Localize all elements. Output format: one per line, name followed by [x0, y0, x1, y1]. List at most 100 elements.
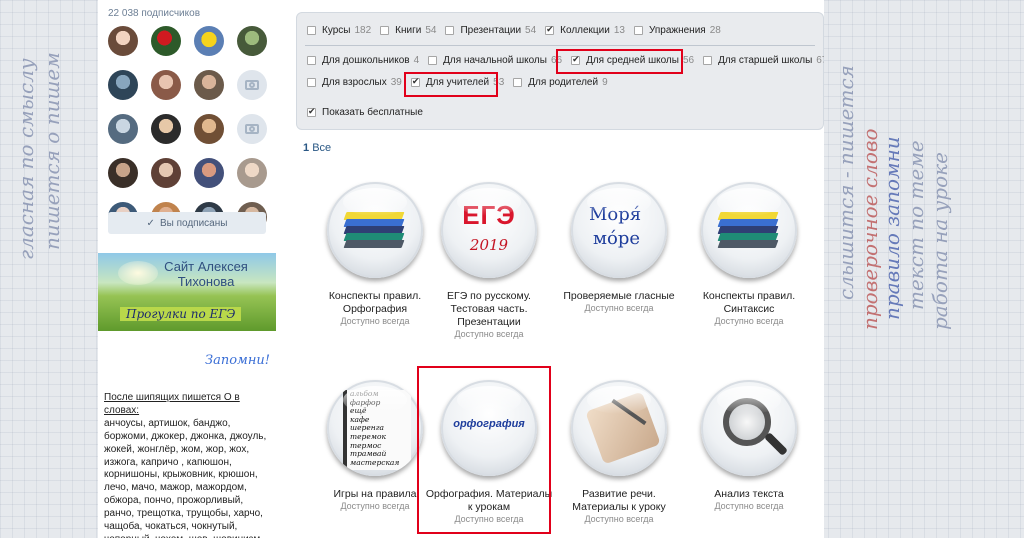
avatar[interactable]: [194, 70, 224, 100]
filter-label: Для учителей: [425, 77, 490, 88]
morya-art-line2: мо́ре: [593, 228, 641, 249]
filter-label: Для средней школы: [586, 55, 679, 66]
filter-option[interactable]: Коллекции13: [545, 24, 625, 36]
site-banner[interactable]: Сайт Алексея Тихонова Прогулки по ЕГЭ: [98, 253, 276, 331]
checkbox[interactable]: [307, 26, 316, 35]
filter-option[interactable]: Для старшей школы67: [703, 55, 824, 66]
filter-option[interactable]: Для дошкольников 4: [307, 55, 419, 66]
wordlist-icon: альбом фарфор ещё кафе шеренга теремок термос т…: [327, 380, 423, 476]
filter-option[interactable]: Упражнения 28: [633, 25, 721, 36]
card-availability: Доступно всегда: [340, 316, 410, 326]
avatar[interactable]: [108, 114, 138, 144]
avatar[interactable]: [108, 26, 138, 56]
collection-card[interactable]: орфография Орфография. Материалы к урока…: [424, 380, 554, 525]
banner-slogan: Прогулки по ЕГЭ: [120, 307, 242, 321]
filter-option[interactable]: Курсы 182: [307, 25, 371, 36]
filter-option[interactable]: Для родителей 9: [513, 77, 608, 88]
filter-count: 28: [709, 25, 721, 36]
avatar-placeholder[interactable]: [237, 114, 267, 144]
card-title[interactable]: Развитие речи. Материалы к уроку: [554, 488, 684, 514]
checkbox-checked[interactable]: [545, 24, 555, 35]
notebook-background-right: слышится - пишется проверочное слово пра…: [834, 65, 952, 330]
notebook-background-left: гласная по смыслу пишется о пишем: [14, 52, 64, 260]
subscribers-count[interactable]: 22 038 подписчиков: [108, 8, 200, 19]
card-title[interactable]: Проверяемые гласные: [554, 290, 684, 303]
collection-card[interactable]: ЕГЭ 2019 ЕГЭ по русскому. Тестовая часть…: [424, 182, 554, 340]
filter-option[interactable]: Для учителей53: [410, 76, 505, 88]
check-icon: ✓: [146, 217, 155, 229]
collection-card[interactable]: альбом фарфор ещё кафе шеренга теремок термос т…: [310, 380, 440, 512]
show-free-checkbox[interactable]: Показать бесплатные: [307, 106, 423, 118]
filter-option[interactable]: Презентации 54: [445, 25, 536, 36]
avatar[interactable]: [237, 158, 267, 188]
checkbox[interactable]: [380, 26, 390, 35]
avatar[interactable]: [108, 158, 138, 188]
checkbox[interactable]: [633, 26, 643, 35]
filter-option[interactable]: Для взрослых 39: [307, 77, 402, 88]
page-all-link[interactable]: Все: [312, 142, 331, 154]
checkbox-checked[interactable]: [410, 76, 420, 87]
filter-label: Презентации: [460, 25, 522, 36]
card-title[interactable]: Конспекты правил. Орфография: [310, 290, 440, 316]
morya-art-line1: Моря́: [589, 204, 642, 225]
checkbox[interactable]: [445, 26, 455, 35]
checkbox[interactable]: [703, 56, 713, 65]
checkbox[interactable]: [307, 78, 316, 87]
avatar[interactable]: [151, 26, 181, 56]
filter-panel: Курсы182 Книги54 Презентации54 Коллекции13 У…: [296, 12, 824, 130]
card-availability: Доступно всегда: [454, 329, 524, 339]
filter-option[interactable]: Книги 54: [380, 25, 436, 36]
avatar[interactable]: [194, 26, 224, 56]
card-availability: Доступно всегда: [340, 501, 410, 511]
show-free-row: Показать бесплатные: [307, 106, 432, 118]
card-title[interactable]: Игры на правила: [310, 488, 440, 501]
avatar[interactable]: [151, 70, 181, 100]
checkbox[interactable]: [307, 56, 316, 65]
avatar[interactable]: [108, 70, 138, 100]
filter-label: Для дошкольников: [322, 55, 410, 66]
checkbox[interactable]: [428, 56, 438, 65]
card-title[interactable]: Конспекты правил. Синтаксис: [684, 290, 814, 316]
filter-count: 13: [613, 25, 625, 36]
avatar[interactable]: [194, 158, 224, 188]
remember-heading: Запомни!: [205, 353, 270, 368]
checkbox-checked[interactable]: [571, 54, 581, 65]
magnifier-icon: [701, 380, 797, 476]
card-availability: Доступно всегда: [584, 303, 654, 313]
morya-icon: Моря́ мо́ре: [571, 182, 667, 278]
collection-card[interactable]: Конспекты правил. Орфография Доступно вс…: [310, 182, 440, 327]
filter-count: 182: [354, 25, 372, 36]
magnifier-lens: [723, 398, 771, 446]
checkbox-checked[interactable]: [307, 106, 316, 117]
filter-count: 53: [493, 77, 505, 88]
collection-card[interactable]: Конспекты правил. Синтаксис Доступно все…: [684, 182, 814, 327]
avatar[interactable]: [237, 26, 267, 56]
filter-count: 67: [816, 55, 824, 66]
filter-row-audience: Для дошкольников4 Для начальной школы66 Дл…: [307, 54, 824, 66]
card-title[interactable]: ЕГЭ по русскому. Тестовая часть. Презент…: [424, 290, 554, 329]
avatar[interactable]: [151, 158, 181, 188]
orfografiya-art-text: орфография: [453, 418, 525, 430]
avatar[interactable]: [194, 114, 224, 144]
card-title[interactable]: Орфография. Материалы к урокам: [424, 488, 554, 514]
filter-option[interactable]: Для средней школы56: [571, 54, 694, 66]
spelling-rule: После шипящих пишется О в словах: анчоус…: [104, 392, 274, 538]
card-availability: Доступно всегда: [714, 316, 784, 326]
filter-count: 4: [413, 55, 420, 66]
filter-label: Для родителей: [528, 77, 599, 88]
folders-icon: [327, 182, 423, 278]
collection-card[interactable]: Анализ текста Доступно всегда: [684, 380, 814, 512]
filter-label: Коллекции: [560, 25, 610, 36]
filter-count: 39: [390, 77, 402, 88]
card-availability: Доступно всегда: [454, 514, 524, 524]
avatar-placeholder[interactable]: [237, 70, 267, 100]
checkbox[interactable]: [513, 78, 523, 87]
card-title[interactable]: Анализ текста: [684, 488, 814, 501]
page-number[interactable]: 1: [303, 142, 309, 154]
subscribed-button[interactable]: ✓ Вы подписаны: [108, 212, 266, 234]
avatar[interactable]: [151, 114, 181, 144]
filter-count: 54: [525, 25, 537, 36]
collection-card[interactable]: Моря́ мо́ре Проверяемые гласные Доступно…: [554, 182, 684, 314]
collection-card[interactable]: Развитие речи. Материалы к уроку Доступн…: [554, 380, 684, 525]
filter-option[interactable]: Для начальной школы 66: [428, 55, 562, 66]
